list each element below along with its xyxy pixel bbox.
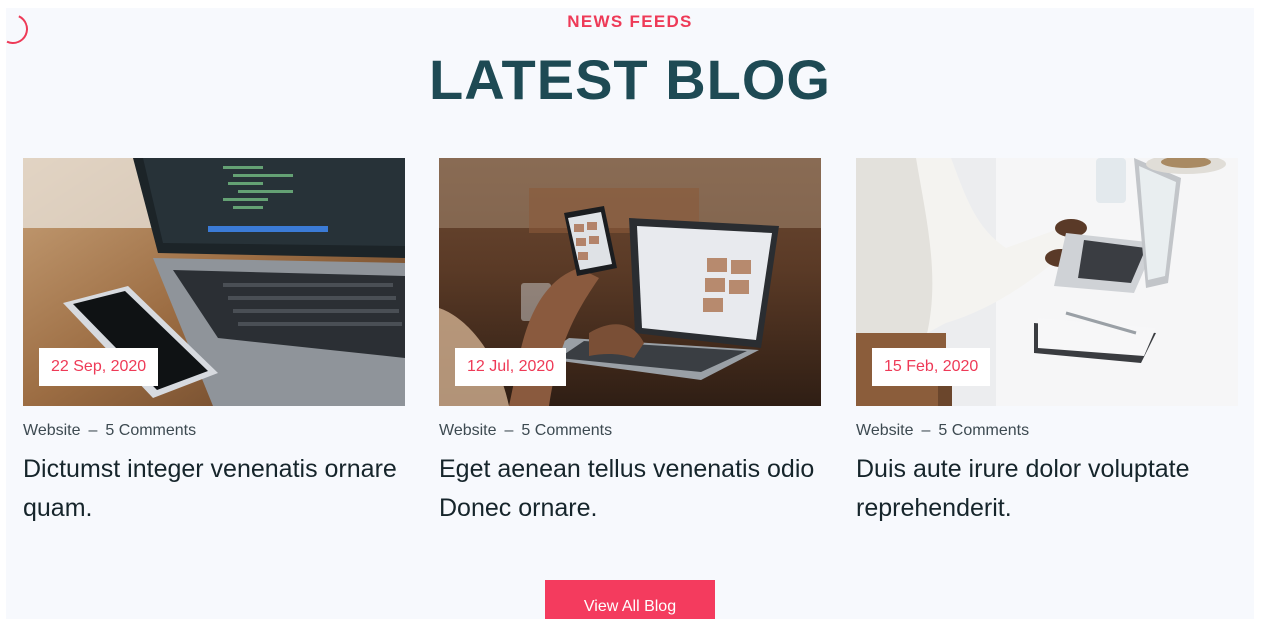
post-date-badge: 15 Feb, 2020 [872,348,991,386]
blog-section: NEWS FEEDS LATEST BLOG 22 Sep, 2020 Webs… [6,8,1254,619]
post-comments-link[interactable]: 5 Comments [105,422,196,439]
post-category-link[interactable]: Website [856,422,914,439]
post-meta: Website –5 Comments [23,422,405,440]
post-title-link[interactable]: Dictumst integer venenatis ornare quam. [23,450,405,528]
post-meta: Website –5 Comments [439,422,821,440]
post-category-link[interactable]: Website [439,422,497,439]
blog-card-image[interactable]: 15 Feb, 2020 [856,158,1238,406]
meta-separator: – [921,422,931,439]
post-comments-link[interactable]: 5 Comments [938,422,1029,439]
section-eyebrow: NEWS FEEDS [567,12,693,31]
post-date-badge: 12 Jul, 2020 [455,348,567,386]
section-title: LATEST BLOG [429,48,831,111]
blog-card-1[interactable]: 22 Sep, 2020 Website –5 Comments Dictumst… [23,158,405,528]
post-category-link[interactable]: Website [23,422,81,439]
blog-card-image[interactable]: 12 Jul, 2020 [439,158,821,406]
blog-card-3[interactable]: 15 Feb, 2020 Website –5 Comments Duis aut… [856,158,1238,528]
meta-separator: – [88,422,98,439]
post-title-link[interactable]: Eget aenean tellus venenatis odio Donec … [439,450,821,528]
post-title-link[interactable]: Duis aute irure dolor voluptate reprehen… [856,450,1238,528]
post-meta: Website –5 Comments [856,422,1238,440]
post-date-badge: 22 Sep, 2020 [39,348,159,386]
blog-card-image[interactable]: 22 Sep, 2020 [23,158,405,406]
meta-separator: – [504,422,514,439]
blog-card-2[interactable]: 12 Jul, 2020 Website –5 Comments Eget aen… [439,158,821,528]
view-all-blog-button[interactable]: View All Blog [545,580,715,619]
post-comments-link[interactable]: 5 Comments [521,422,612,439]
